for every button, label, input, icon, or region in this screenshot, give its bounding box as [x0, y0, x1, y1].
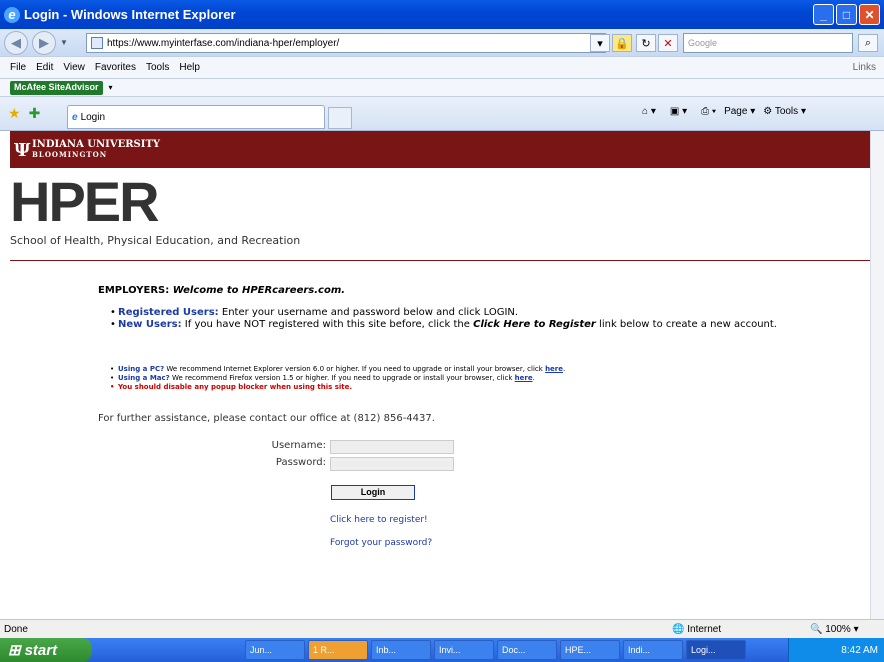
address-input[interactable]: https://www.myinterfase.com/indiana-hper…	[86, 33, 606, 53]
menu-edit[interactable]: Edit	[36, 62, 53, 73]
registered-users-item: • Registered Users: Enter your username a…	[110, 307, 519, 318]
menu-help[interactable]: Help	[179, 62, 200, 73]
iu-banner: Ψ INDIANA UNIVERSITY BLOOMINGTON	[10, 131, 870, 168]
popup-warning: • You should disable any popup blocker wh…	[110, 383, 353, 391]
taskbar-item[interactable]: Doc...	[497, 640, 557, 660]
login-button[interactable]: Login	[331, 485, 415, 500]
mcafee-dropdown-icon[interactable]: ▾	[109, 83, 113, 92]
taskbar-item[interactable]: Inb...	[371, 640, 431, 660]
iu-wordmark: INDIANA UNIVERSITY BLOOMINGTON	[32, 139, 161, 160]
address-bar-row: ◀ ▶ ▼ https://www.myinterfase.com/indian…	[0, 29, 884, 57]
ie-icon: e	[4, 6, 20, 23]
add-favorites-icon[interactable]: ✚	[29, 105, 41, 122]
home-icon[interactable]: ⌂ ▾	[642, 106, 656, 117]
internet-zone: 🌐 Internet	[672, 623, 722, 635]
mac-item: • Using a Mac? We recommend Firefox versi…	[110, 374, 535, 382]
feeds-icon[interactable]: ▣ ▾	[670, 106, 687, 117]
status-text: Done	[4, 623, 28, 635]
tools-menu[interactable]: ⚙ Tools ▾	[763, 106, 806, 117]
pc-item: • Using a PC? We recommend Internet Explo…	[110, 365, 566, 373]
menu-bar: File Edit View Favorites Tools Help Link…	[0, 57, 884, 79]
history-dropdown-icon[interactable]: ▼	[60, 38, 68, 47]
links-label[interactable]: Links	[853, 62, 876, 73]
window-title: Login - Windows Internet Explorer	[24, 7, 236, 22]
menu-tools[interactable]: Tools	[146, 62, 169, 73]
taskbar-item-active[interactable]: Logi...	[686, 640, 746, 660]
page-icon	[91, 37, 103, 49]
mac-here-link[interactable]: here	[515, 374, 533, 382]
taskbar-item[interactable]: Indi...	[623, 640, 683, 660]
mcafee-button[interactable]: McAfee SiteAdvisor	[10, 80, 103, 95]
menu-file[interactable]: File	[10, 62, 26, 73]
taskbar-item[interactable]: HPE...	[560, 640, 620, 660]
start-button[interactable]: ⊞ start	[0, 638, 92, 662]
divider	[10, 260, 870, 261]
lock-icon[interactable]: 🔒	[612, 34, 632, 52]
maximize-button[interactable]: □	[836, 4, 857, 25]
taskbar-item[interactable]: Jun...	[245, 640, 305, 660]
new-users-item: • New Users: If you have NOT registered w…	[110, 319, 777, 330]
title-bar: e Login - Windows Internet Explorer _ □ …	[0, 0, 884, 29]
command-bar: ⌂ ▾ ▣ ▾ ⎙ ▾ Page ▾ ⚙ Tools ▾	[642, 106, 806, 117]
username-input[interactable]	[330, 440, 454, 454]
taskbar-item[interactable]: 1 R...	[308, 640, 368, 660]
status-bar: Done 🌐 Internet 🔍 100% ▾	[0, 619, 884, 638]
username-label: Username:	[271, 440, 326, 451]
tab-login[interactable]: e Login	[67, 105, 325, 129]
ie-tab-icon: e	[72, 111, 78, 123]
search-icon[interactable]: ⌕	[858, 34, 878, 52]
minimize-button[interactable]: _	[813, 4, 834, 25]
assistance-text: For further assistance, please contact o…	[98, 413, 435, 424]
clock: 8:42 AM	[841, 644, 878, 656]
back-button[interactable]: ◀	[4, 30, 28, 55]
address-dropdown-icon[interactable]: ▾	[590, 34, 610, 52]
school-name: School of Health, Physical Education, an…	[10, 234, 301, 247]
taskbar: ⊞ start Jun... 1 R... Inb... Invi... Doc…	[0, 638, 884, 662]
favorites-star-icon[interactable]: ★	[8, 105, 21, 122]
stop-icon[interactable]: ✕	[658, 34, 678, 52]
mcafee-toolbar: McAfee SiteAdvisor ▾	[0, 79, 884, 97]
system-tray: 8:42 AM	[788, 638, 884, 662]
new-tab-button[interactable]	[328, 107, 352, 129]
hper-logo: HPER	[10, 170, 160, 233]
refresh-icon[interactable]: ↻	[636, 34, 656, 52]
password-input[interactable]	[330, 457, 454, 471]
menu-favorites[interactable]: Favorites	[95, 62, 136, 73]
iu-trident-icon: Ψ	[14, 140, 31, 161]
page-menu[interactable]: Page ▾	[724, 106, 755, 117]
search-input[interactable]: Google	[683, 33, 853, 53]
taskbar-item[interactable]: Invi...	[434, 640, 494, 660]
zoom-level[interactable]: 🔍 100% ▾	[810, 624, 859, 635]
menu-view[interactable]: View	[63, 62, 85, 73]
forward-button[interactable]: ▶	[32, 30, 56, 55]
register-link[interactable]: Click here to register!	[330, 515, 428, 525]
page-content: Ψ INDIANA UNIVERSITY BLOOMINGTON HPER Sch…	[10, 131, 870, 619]
employers-heading: EMPLOYERS: Welcome to HPERcareers.com.	[98, 285, 346, 296]
vertical-scrollbar[interactable]	[870, 131, 884, 619]
forgot-password-link[interactable]: Forgot your password?	[330, 538, 432, 548]
password-label: Password:	[275, 457, 326, 468]
print-icon[interactable]: ⎙ ▾	[701, 106, 716, 117]
close-button[interactable]: ✕	[859, 4, 880, 25]
pc-here-link[interactable]: here	[545, 365, 563, 373]
